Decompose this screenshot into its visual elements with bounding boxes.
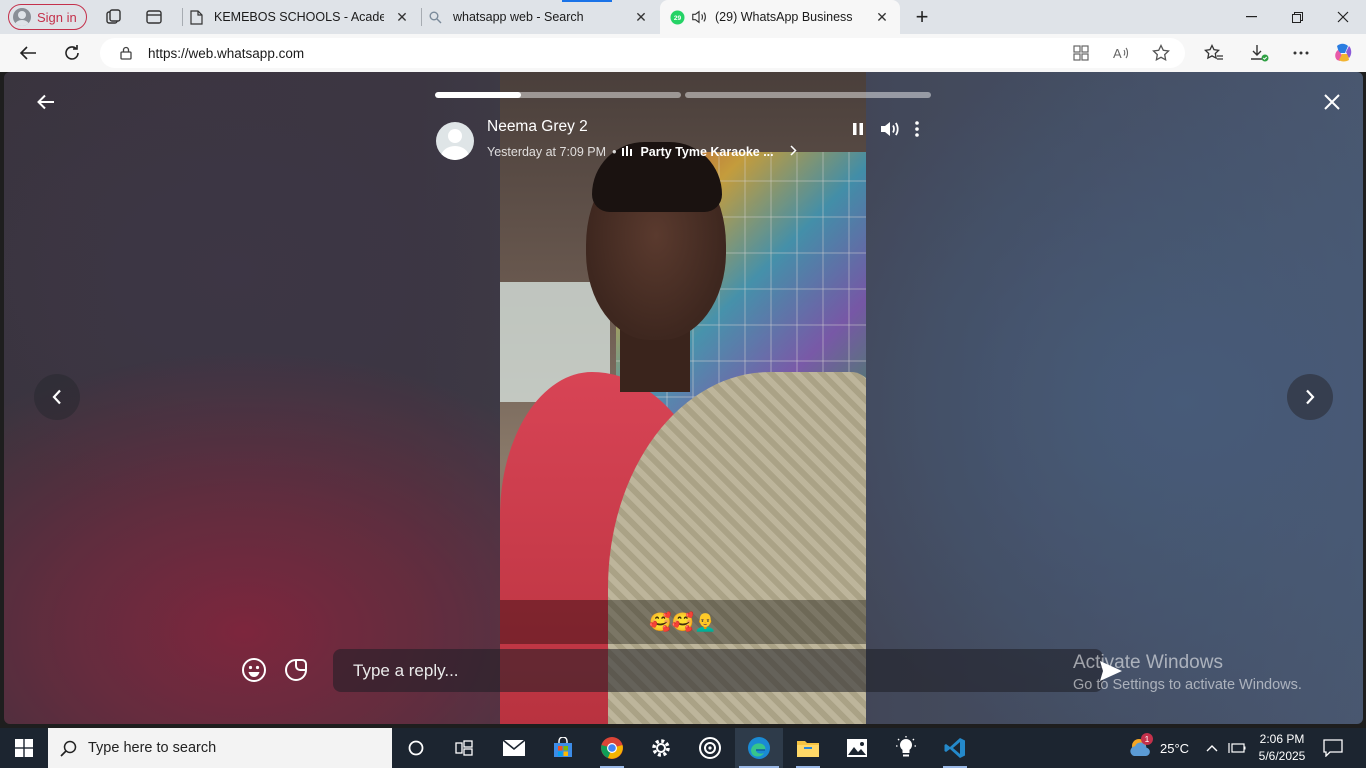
settings-icon[interactable] (637, 728, 685, 768)
tab-separator (421, 8, 422, 26)
volume-icon[interactable] (878, 116, 902, 142)
chevron-left-icon (52, 389, 61, 405)
avatar[interactable] (436, 122, 474, 160)
emoji-icon[interactable] (240, 656, 268, 684)
weather-temp: 25°C (1160, 740, 1190, 756)
speaker-icon[interactable] (691, 9, 707, 25)
whatsapp-icon: 29 (669, 9, 685, 25)
progress-fill (435, 92, 522, 98)
tab-whatsapp-business[interactable]: 29 (29) WhatsApp Business ✕ (660, 0, 900, 34)
clock-date: 5/6/2025 (1258, 749, 1306, 763)
battery-icon[interactable] (1228, 728, 1246, 768)
mail-icon[interactable] (490, 728, 538, 768)
next-status-button[interactable] (1287, 374, 1333, 420)
search-icon (48, 740, 88, 757)
notifications-icon[interactable] (1323, 728, 1343, 768)
tab-title: (29) WhatsApp Business (715, 10, 853, 24)
taskbar-search[interactable]: Type here to search (48, 728, 392, 768)
lock-icon[interactable] (118, 45, 134, 61)
favorite-star-icon[interactable] (1146, 39, 1176, 67)
weather-widget[interactable]: 1 25°C (1128, 728, 1189, 768)
start-button[interactable] (0, 728, 48, 768)
document-icon (188, 9, 204, 25)
pause-icon[interactable] (846, 116, 870, 142)
cortana-icon[interactable] (392, 728, 440, 768)
tips-icon[interactable] (882, 728, 930, 768)
close-tab-icon[interactable]: ✕ (633, 9, 649, 25)
sticker-icon[interactable] (282, 656, 310, 684)
contact-name[interactable]: Neema Grey 2 (487, 118, 588, 136)
microsoft-store-icon[interactable] (539, 728, 587, 768)
search-icon (427, 9, 443, 25)
chrome-icon[interactable] (588, 728, 636, 768)
edge-icon[interactable] (735, 728, 783, 768)
back-button[interactable] (13, 39, 43, 67)
system-clock[interactable]: 2:06 PM 5/6/2025 (1252, 731, 1312, 765)
menu-dots-icon[interactable] (905, 116, 929, 142)
task-view-icon[interactable] (440, 728, 488, 768)
browser-toolbar: https://web.whatsapp.com A (0, 34, 1366, 72)
tab-whatsapp-search[interactable]: whatsapp web - Search ✕ (427, 0, 659, 34)
tab-separator (182, 8, 183, 26)
vscode-icon[interactable] (931, 728, 979, 768)
music-title[interactable]: Party Tyme Karaoke ... (640, 145, 773, 159)
reply-input[interactable] (333, 649, 1103, 692)
show-hidden-icons-icon[interactable] (1206, 728, 1218, 768)
status-viewer: 🥰🥰👨‍🦲 Neema Grey 2 Yesterday at 7:09 PM … (4, 72, 1363, 724)
windows-logo-icon (15, 739, 33, 757)
favorites-icon[interactable] (1199, 39, 1229, 67)
close-window-button[interactable] (1320, 0, 1366, 34)
chevron-right-icon (1306, 389, 1315, 405)
photos-icon[interactable] (833, 728, 881, 768)
workspaces-icon[interactable] (101, 5, 125, 29)
refresh-button[interactable] (57, 39, 87, 67)
search-placeholder: Type here to search (88, 740, 217, 756)
weather-badge: 1 (1141, 733, 1153, 745)
sign-in-button[interactable]: Sign in (8, 4, 87, 30)
address-bar[interactable]: https://web.whatsapp.com (100, 38, 1185, 68)
chevron-right-icon[interactable] (790, 144, 797, 159)
read-aloud-icon[interactable]: A (1106, 39, 1136, 67)
back-arrow-icon[interactable] (32, 88, 60, 116)
windows-taskbar: Type here to search 1 25°C 2:06 PM 5/6/2… (0, 728, 1366, 768)
tab-actions-icon[interactable] (142, 5, 166, 29)
more-options-icon[interactable] (1286, 39, 1316, 67)
url-text[interactable]: https://web.whatsapp.com (148, 46, 304, 61)
clock-time: 2:06 PM (1259, 732, 1305, 746)
svg-text:29: 29 (673, 15, 681, 22)
music-icon (622, 145, 634, 159)
caption-text: 🥰🥰👨‍🦲 (649, 611, 717, 632)
status-progress-1 (435, 92, 681, 98)
tab-strip: Sign in KEMEBOS SCHOOLS - Academic I ✕ w… (0, 0, 1366, 34)
sign-in-label: Sign in (37, 9, 77, 25)
app-available-icon[interactable] (1066, 39, 1096, 67)
status-caption: 🥰🥰👨‍🦲 (500, 600, 866, 644)
watermark-title: Activate Windows (1073, 652, 1223, 673)
close-tab-icon[interactable]: ✕ (394, 9, 410, 25)
downloads-icon[interactable] (1244, 39, 1274, 67)
status-progress-2 (685, 92, 931, 98)
tab-title: whatsapp web - Search (453, 10, 584, 24)
weather-icon: 1 (1128, 733, 1154, 760)
status-meta: Yesterday at 7:09 PM • Party Tyme Karaok… (487, 144, 797, 159)
svg-text:A: A (1113, 46, 1122, 61)
new-tab-button[interactable]: + (908, 4, 936, 30)
close-tab-icon[interactable]: ✕ (874, 9, 890, 25)
tab-title: KEMEBOS SCHOOLS - Academic I (214, 10, 384, 24)
previous-status-button[interactable] (34, 374, 80, 420)
tab-kemebos[interactable]: KEMEBOS SCHOOLS - Academic I ✕ (188, 0, 420, 34)
file-explorer-icon[interactable] (784, 728, 832, 768)
restore-button[interactable] (1274, 0, 1320, 34)
loading-indicator (562, 0, 612, 2)
watermark-subtitle: Go to Settings to activate Windows. (1073, 677, 1302, 693)
media-player-icon[interactable] (686, 728, 734, 768)
status-timestamp: Yesterday at 7:09 PM (487, 144, 607, 159)
copilot-icon[interactable] (1328, 39, 1358, 67)
minimize-button[interactable] (1228, 0, 1274, 34)
activate-windows-watermark: Activate Windows Go to Settings to activ… (1073, 652, 1302, 693)
profile-icon (13, 8, 31, 26)
meta-separator: • (612, 144, 617, 159)
close-icon[interactable] (1318, 88, 1346, 116)
